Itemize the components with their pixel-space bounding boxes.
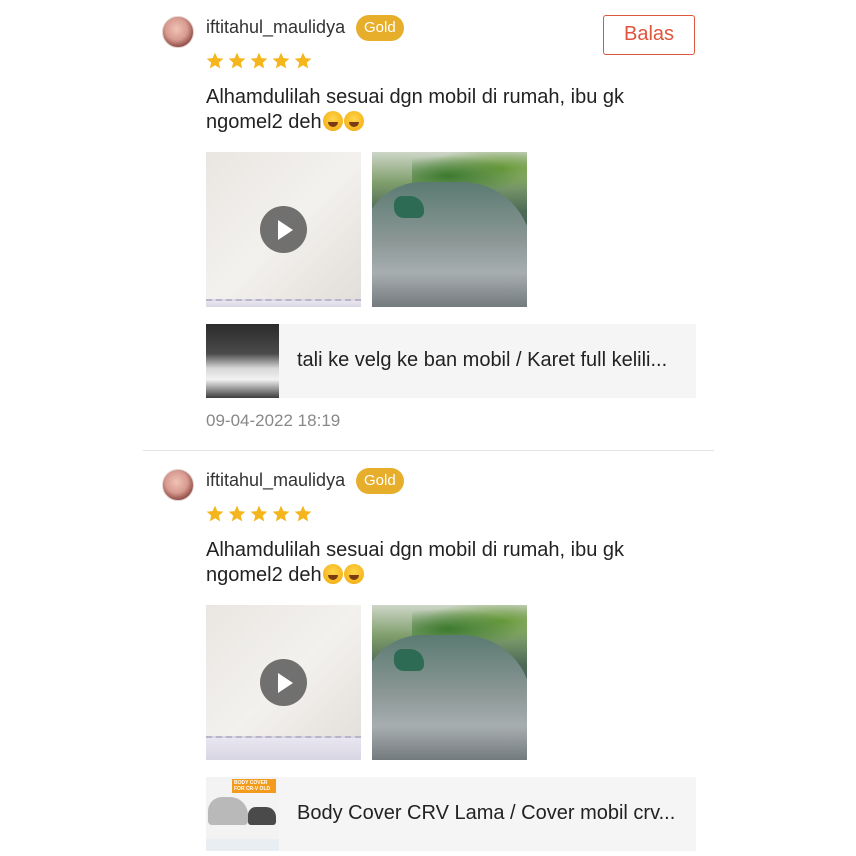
product-link-card[interactable]: tali ke velg ke ban mobil / Karet full k… [206,324,696,398]
rolling-on-floor-laughing-icon [343,564,364,584]
star-icon [293,504,313,524]
video-frame-floor [206,299,361,307]
star-icon [227,504,247,524]
review-timestamp: 09-04-2022 18:19 [206,411,341,430]
review-divider [143,450,714,451]
star-icon [205,504,225,524]
review-item: iftitahul_maulidya Gold Alhamdulilah ses… [0,453,856,856]
reviewer-username[interactable]: iftitahul_maulidya [206,470,345,491]
play-icon[interactable] [260,659,307,706]
thumbnail-strip [206,839,279,851]
thumbnail-car [248,807,276,825]
review-video-thumbnail[interactable] [206,605,361,760]
gold-badge: Gold [356,468,404,494]
photo-car-mirror [394,649,424,671]
product-title: Body Cover CRV Lama / Cover mobil crv... [297,802,676,824]
rolling-on-floor-laughing-icon [322,111,343,131]
star-icon [271,504,291,524]
play-icon[interactable] [260,206,307,253]
reviewer-username[interactable]: iftitahul_maulidya [206,17,345,38]
rolling-on-floor-laughing-icon [322,564,343,584]
star-icon [249,504,269,524]
avatar[interactable] [162,16,194,48]
review-item: iftitahul_maulidya Gold Balas Alhamdulil… [0,0,856,452]
review-photo-thumbnail[interactable] [372,152,527,307]
product-thumbnail-label: BODY COVER FOR CR-V OLD [232,779,276,793]
rolling-on-floor-laughing-icon [343,111,364,131]
review-video-thumbnail[interactable] [206,152,361,307]
product-title: tali ke velg ke ban mobil / Karet full k… [297,349,668,371]
comment-line: ngomel2 deh [206,111,322,133]
review-photo-thumbnail[interactable] [372,605,527,760]
product-thumbnail: BODY COVER FOR CR-V OLD [206,777,279,851]
review-comment: Alhamdulilah sesuai dgn mobil di rumah, … [206,85,726,135]
comment-line: Alhamdulilah sesuai dgn mobil di rumah, … [206,539,625,561]
avatar[interactable] [162,469,194,501]
star-icon [271,51,291,71]
video-frame-floor [206,736,361,760]
gold-badge: Gold [356,15,404,41]
comment-line: ngomel2 deh [206,564,322,586]
photo-car-mirror [394,196,424,218]
product-link-card[interactable]: BODY COVER FOR CR-V OLD Body Cover CRV L… [206,777,696,851]
star-icon [249,51,269,71]
thumbnail-covered-car [208,797,248,825]
product-thumbnail [206,324,279,398]
reply-button[interactable]: Balas [603,15,695,55]
star-icon [205,51,225,71]
star-icon [293,51,313,71]
review-comment: Alhamdulilah sesuai dgn mobil di rumah, … [206,538,726,588]
comment-line: Alhamdulilah sesuai dgn mobil di rumah, … [206,86,625,108]
star-icon [227,51,247,71]
star-rating [205,504,313,524]
star-rating [205,51,313,71]
